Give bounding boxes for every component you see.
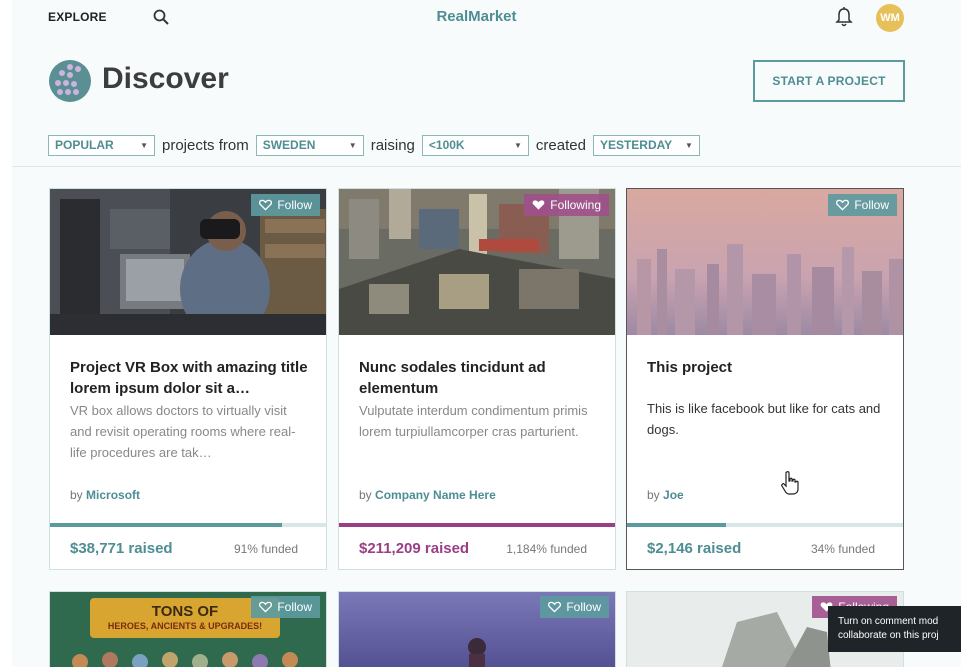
project-description: Vulputate interdum condimentum primis lo… bbox=[359, 403, 588, 439]
funded-percent: 91% funded bbox=[233, 542, 298, 556]
header-divider bbox=[12, 166, 961, 167]
project-author: by Joe bbox=[647, 488, 684, 502]
project-description: This is like facebook but like for cats … bbox=[647, 401, 881, 437]
project-card[interactable]: Follow bbox=[338, 591, 616, 667]
raised-amount: $211,209 raised bbox=[359, 540, 470, 557]
banner-line2: HEROES, ANCIENTS & UPGRADES! bbox=[108, 621, 262, 631]
following-label: Following bbox=[550, 198, 601, 212]
country-select[interactable]: SWEDEN ▼ bbox=[255, 134, 364, 156]
avatar[interactable]: WM bbox=[876, 4, 904, 32]
follow-label: Follow bbox=[277, 198, 312, 212]
heart-outline-icon bbox=[836, 199, 850, 211]
follow-button[interactable]: Follow bbox=[251, 194, 320, 216]
sort-select[interactable]: POPULAR ▼ bbox=[48, 134, 155, 156]
progress-fill bbox=[339, 523, 615, 527]
start-project-button[interactable]: START A PROJECT bbox=[753, 60, 905, 102]
page: EXPLORE RealMarket WM Discover START A P… bbox=[12, 0, 961, 667]
filter-text-created: created bbox=[535, 136, 586, 154]
author-link[interactable]: Company Name Here bbox=[375, 488, 496, 502]
top-bar: EXPLORE RealMarket WM bbox=[12, 0, 961, 34]
funding-progress-bar bbox=[339, 523, 615, 527]
sort-select-value: POPULAR bbox=[55, 137, 114, 152]
chevron-down-icon: ▼ bbox=[348, 140, 357, 150]
date-select[interactable]: YESTERDAY ▼ bbox=[592, 134, 700, 156]
heart-outline-icon bbox=[548, 601, 562, 613]
author-link[interactable]: Microsoft bbox=[86, 488, 140, 502]
project-title[interactable]: Nunc sodales tincidunt ad elementum bbox=[359, 357, 599, 399]
page-title: Discover bbox=[102, 62, 229, 95]
heart-outline-icon bbox=[259, 601, 273, 613]
amount-select-value: <100K bbox=[428, 137, 465, 152]
author-prefix: by bbox=[70, 488, 83, 502]
funding-progress-bar bbox=[50, 523, 326, 527]
project-card[interactable]: Follow Project VR Box with amazing title… bbox=[49, 188, 327, 570]
follow-label: Follow bbox=[854, 198, 889, 212]
filter-row: POPULAR ▼ projects from SWEDEN ▼ raising… bbox=[48, 134, 705, 156]
author-prefix: by bbox=[359, 488, 372, 502]
project-author: by Company Name Here bbox=[359, 488, 496, 502]
project-title[interactable]: Project VR Box with amazing title lorem … bbox=[70, 357, 310, 399]
follow-button[interactable]: Follow bbox=[828, 194, 897, 216]
chevron-down-icon: ▼ bbox=[140, 140, 148, 150]
follow-label: Follow bbox=[566, 600, 601, 614]
progress-fill bbox=[627, 523, 727, 527]
heart-outline-icon bbox=[259, 199, 273, 211]
filter-text-projects-from: projects from bbox=[162, 136, 249, 154]
project-title[interactable]: This project bbox=[647, 357, 887, 378]
heart-filled-icon bbox=[532, 200, 545, 210]
project-description: VR box allows doctors to virtually visit… bbox=[70, 403, 296, 460]
country-select-value: SWEDEN bbox=[262, 137, 316, 152]
chevron-down-icon: ▼ bbox=[513, 140, 522, 150]
project-card[interactable]: TONS OF HEROES, ANCIENTS & UPGRADES! Fol… bbox=[49, 591, 327, 667]
follow-label: Follow bbox=[277, 600, 312, 614]
raised-amount: $38,771 raised bbox=[70, 540, 173, 557]
hand-cursor-icon bbox=[781, 470, 799, 495]
bell-icon[interactable] bbox=[834, 6, 854, 28]
chevron-down-icon: ▼ bbox=[685, 140, 693, 150]
amount-select[interactable]: <100K ▼ bbox=[421, 134, 529, 156]
progress-fill bbox=[50, 523, 282, 527]
funded-percent: 34% funded bbox=[810, 542, 875, 556]
author-link[interactable]: Joe bbox=[663, 488, 684, 502]
brand-logo-text[interactable]: RealMarket bbox=[12, 8, 941, 25]
raised-amount: $2,146 raised bbox=[647, 540, 742, 557]
author-prefix: by bbox=[647, 488, 660, 502]
project-author: by Microsoft bbox=[70, 488, 140, 502]
project-card[interactable]: Follow This project This is like faceboo… bbox=[626, 188, 904, 570]
project-card[interactable]: Following Nunc sodales tincidunt ad elem… bbox=[338, 188, 616, 570]
funded-percent: 1,184% funded bbox=[506, 542, 587, 556]
follow-button[interactable]: Follow bbox=[251, 596, 320, 618]
filter-text-raising: raising bbox=[370, 136, 415, 154]
follow-button[interactable]: Follow bbox=[540, 596, 609, 618]
comment-mode-tooltip: Turn on comment mod collaborate on this … bbox=[828, 606, 961, 652]
date-select-value: YESTERDAY bbox=[599, 137, 673, 152]
banner-line1: TONS OF bbox=[152, 603, 218, 620]
funding-progress-bar bbox=[627, 523, 903, 527]
following-button[interactable]: Following bbox=[524, 194, 609, 216]
tooltip-line2: collaborate on this proj bbox=[838, 630, 939, 641]
discover-logo-icon bbox=[49, 60, 91, 102]
tooltip-line1: Turn on comment mod bbox=[838, 616, 939, 627]
